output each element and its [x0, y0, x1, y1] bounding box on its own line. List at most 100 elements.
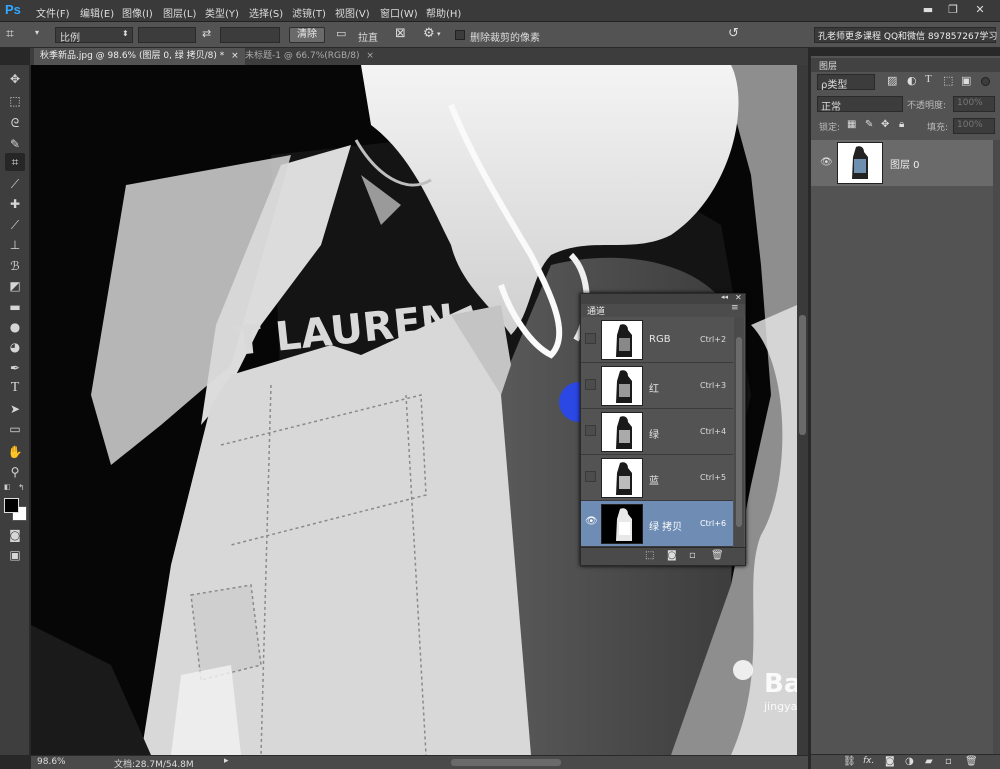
- path-select-tool-icon[interactable]: ➤: [5, 400, 25, 418]
- opacity-input[interactable]: 100%: [953, 96, 995, 112]
- menu-help[interactable]: 帮助(H): [426, 5, 461, 20]
- layers-panel-title[interactable]: 图层: [819, 59, 837, 72]
- new-channel-icon[interactable]: ▫: [689, 550, 696, 561]
- layer-row[interactable]: 👁︎ 图层 0: [811, 140, 993, 186]
- menu-image[interactable]: 图像(I): [122, 5, 153, 20]
- menu-filter[interactable]: 滤镜(T): [292, 5, 326, 20]
- quick-mask-icon[interactable]: ◙: [5, 526, 25, 544]
- workspace-select[interactable]: 孔老师更多课程 QQ和微信 897857267学习: [814, 27, 997, 43]
- channel-row-red[interactable]: 红 Ctrl+3: [581, 363, 733, 409]
- screen-mode-icon[interactable]: ▣: [5, 546, 25, 564]
- brush-lock-icon[interactable]: ✎: [865, 119, 873, 130]
- chevron-down-icon[interactable]: ▾: [35, 28, 39, 37]
- minimize-button[interactable]: ▬: [918, 2, 938, 18]
- height-input[interactable]: [220, 27, 280, 43]
- horizontal-scroll-thumb[interactable]: [451, 759, 561, 766]
- tab-document-1[interactable]: 秋季新品.jpg @ 98.6% (图层 0, 绿 拷贝/8) * ×: [34, 48, 245, 65]
- filter-toggle[interactable]: [981, 77, 990, 86]
- gear-icon[interactable]: ⚙: [423, 26, 435, 41]
- channel-row-blue[interactable]: 蓝 Ctrl+5: [581, 455, 733, 501]
- adjustment-filter-icon[interactable]: ◐: [907, 74, 917, 87]
- dodge-tool-icon[interactable]: ◕: [5, 338, 25, 356]
- stamp-tool-icon[interactable]: ⊥: [5, 236, 25, 254]
- panel-menu-icon[interactable]: ≡: [731, 303, 739, 313]
- menu-window[interactable]: 窗口(W): [380, 5, 418, 20]
- close-icon[interactable]: ×: [366, 51, 374, 61]
- menu-file[interactable]: 文件(F): [36, 5, 70, 20]
- blend-mode-select[interactable]: 正常: [817, 96, 903, 113]
- marquee-tool-icon[interactable]: ⬚: [5, 92, 25, 110]
- tab-document-2[interactable]: 未标题-1 @ 66.7%(RGB/8) ×: [239, 48, 380, 65]
- pen-tool-icon[interactable]: ✒: [5, 359, 25, 377]
- zoom-tool-icon[interactable]: ⚲: [5, 463, 25, 481]
- image-filter-icon[interactable]: ▨: [887, 74, 897, 87]
- menu-view[interactable]: 视图(V): [335, 5, 370, 20]
- gradient-tool-icon[interactable]: ▬: [5, 298, 25, 316]
- swap-colors-icon[interactable]: ↰: [18, 483, 26, 492]
- type-filter-icon[interactable]: T: [925, 73, 932, 85]
- eyedropper-tool-icon[interactable]: ⟋: [5, 175, 25, 193]
- channels-titlebar[interactable]: ◂◂ ✕: [581, 293, 745, 304]
- crop-tool-icon[interactable]: ⌗: [6, 26, 14, 42]
- adjustment-icon[interactable]: ◑: [905, 756, 914, 767]
- layer-filter-select[interactable]: ρ类型: [817, 74, 875, 91]
- foreground-color-swatch[interactable]: [4, 498, 19, 513]
- visibility-toggle[interactable]: [585, 471, 596, 482]
- straighten-icon[interactable]: ▭: [336, 27, 346, 40]
- save-selection-icon[interactable]: ◙: [667, 550, 677, 561]
- blur-tool-icon[interactable]: ●: [5, 318, 25, 336]
- hand-tool-icon[interactable]: ✋: [5, 443, 25, 461]
- menu-type[interactable]: 类型(Y): [205, 5, 239, 20]
- channel-row-green-copy[interactable]: 👁︎ 绿 拷贝 Ctrl+6: [581, 501, 733, 547]
- healing-tool-icon[interactable]: ✚: [5, 195, 25, 213]
- straighten-label[interactable]: 拉直: [358, 29, 378, 44]
- restore-button[interactable]: ❐: [943, 2, 963, 18]
- mask-icon[interactable]: ◙: [885, 756, 895, 767]
- collapse-icon[interactable]: ◂◂: [721, 293, 728, 301]
- smart-object-filter-icon[interactable]: ▣: [961, 74, 971, 87]
- layers-scrollbar[interactable]: [993, 140, 1000, 757]
- document-size[interactable]: 文档:28.7M/54.8M: [114, 757, 194, 769]
- lasso-tool-icon[interactable]: ᘓ: [5, 114, 25, 132]
- channels-panel-title[interactable]: 通道: [587, 304, 605, 317]
- scroll-thumb[interactable]: [736, 337, 742, 527]
- channel-row-green[interactable]: 绿 Ctrl+4: [581, 409, 733, 455]
- shape-filter-icon[interactable]: ⬚: [943, 74, 953, 87]
- quick-select-tool-icon[interactable]: ✎: [5, 135, 25, 153]
- folder-icon[interactable]: ▰: [925, 756, 933, 767]
- delete-cropped-checkbox[interactable]: [455, 30, 465, 40]
- fx-icon[interactable]: fx.: [863, 756, 874, 766]
- move-lock-icon[interactable]: ✥: [881, 119, 889, 130]
- trash-icon[interactable]: 🗑︎: [965, 756, 978, 767]
- visibility-toggle[interactable]: [585, 379, 596, 390]
- eraser-tool-icon[interactable]: ◩: [5, 277, 25, 295]
- fill-input[interactable]: 100%: [953, 118, 995, 134]
- canvas-vertical-scrollbar[interactable]: [797, 65, 808, 755]
- history-brush-icon[interactable]: ℬ: [5, 257, 25, 275]
- close-icon[interactable]: ×: [231, 51, 239, 61]
- shape-tool-icon[interactable]: ▭: [5, 420, 25, 438]
- default-colors-icon[interactable]: ◧: [4, 483, 12, 491]
- ratio-select[interactable]: 比例 ⬍: [55, 27, 133, 44]
- overlay-grid-icon[interactable]: ⊠: [395, 26, 406, 41]
- chevron-down-icon[interactable]: ▾: [437, 30, 441, 38]
- move-tool-icon[interactable]: ✥: [5, 70, 25, 88]
- width-input[interactable]: [138, 27, 196, 43]
- close-window-button[interactable]: ✕: [970, 2, 990, 18]
- link-icon[interactable]: ⛓: [843, 756, 856, 767]
- swap-icon[interactable]: ⇄: [202, 27, 211, 40]
- brush-tool-icon[interactable]: ⟋: [5, 216, 25, 234]
- reset-icon[interactable]: ↺: [728, 26, 739, 41]
- channel-row-rgb[interactable]: RGB Ctrl+2: [581, 317, 733, 363]
- channels-scrollbar[interactable]: [734, 317, 744, 547]
- lock-icon[interactable]: 🔒︎: [899, 119, 904, 130]
- visibility-toggle[interactable]: [585, 425, 596, 436]
- new-layer-icon[interactable]: ▫: [945, 756, 952, 767]
- eye-icon[interactable]: 👁︎: [585, 516, 598, 527]
- trash-icon[interactable]: 🗑︎: [711, 550, 724, 561]
- eye-icon[interactable]: 👁︎: [820, 157, 833, 168]
- lock-pixels-icon[interactable]: ▦: [847, 119, 856, 130]
- menu-select[interactable]: 选择(S): [249, 5, 283, 20]
- scroll-thumb[interactable]: [799, 315, 806, 435]
- crop-tool-icon[interactable]: ⌗: [5, 153, 25, 171]
